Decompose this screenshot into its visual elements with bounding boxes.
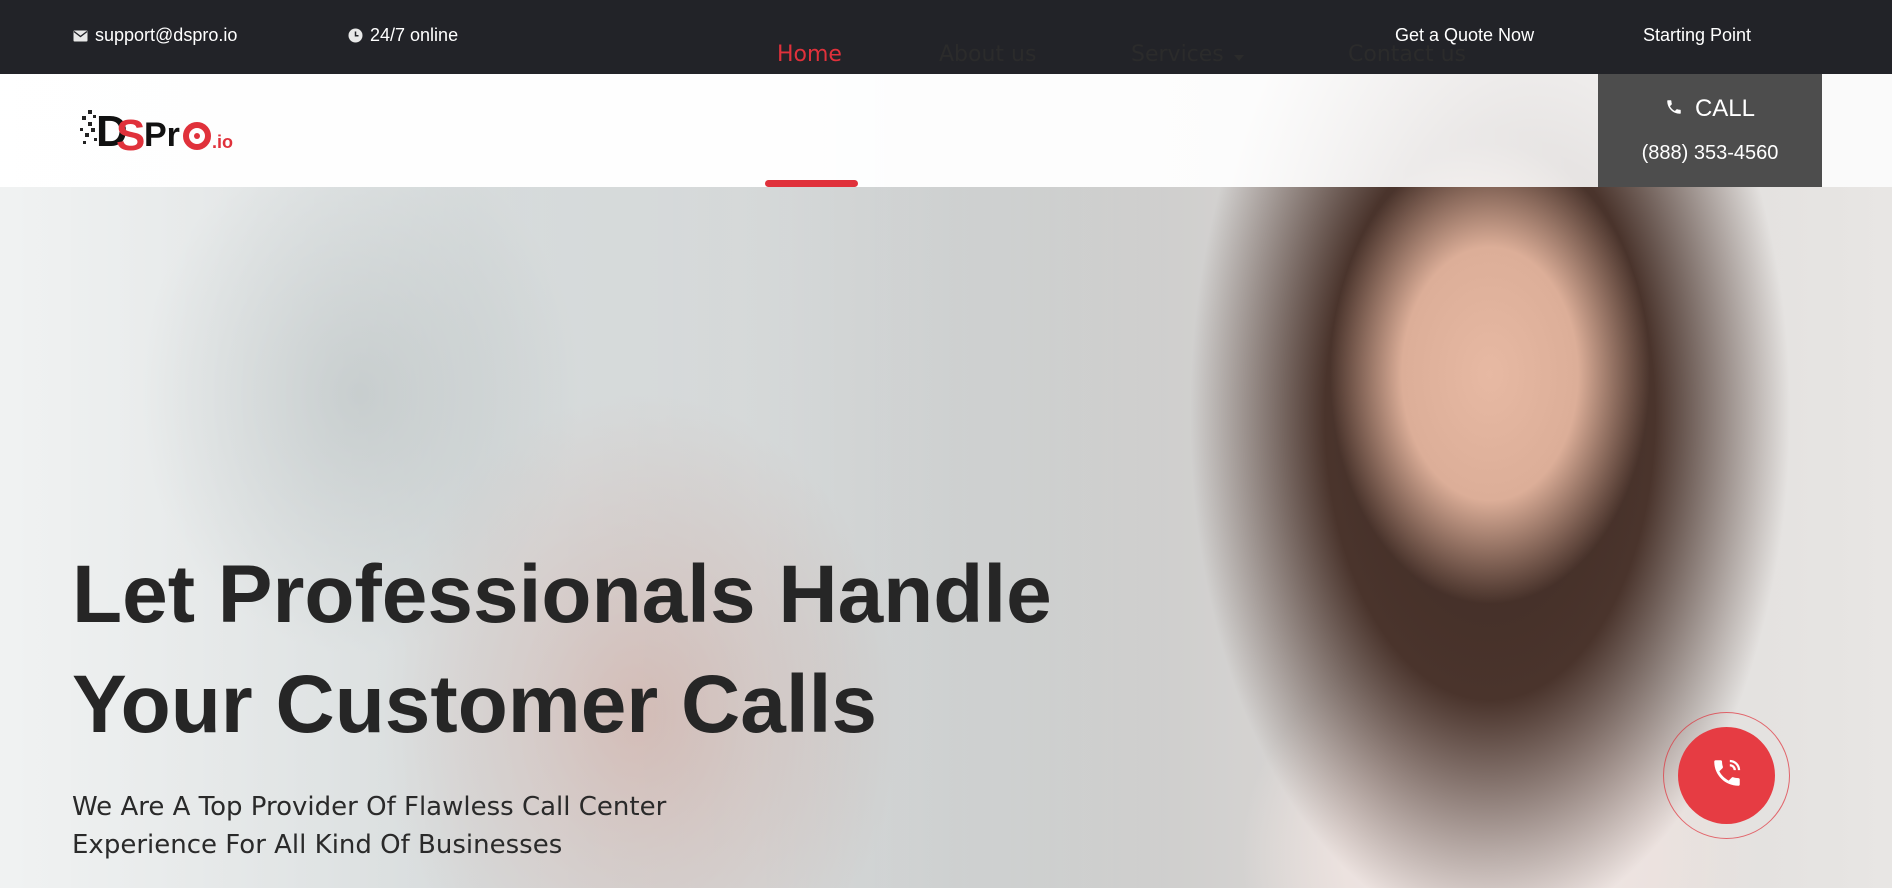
call-phone-number: (888) 353-4560 <box>1641 142 1779 164</box>
site-logo[interactable]: D S Pr .io <box>80 100 260 160</box>
floating-call-button[interactable] <box>1678 727 1775 824</box>
nav-about-us[interactable]: About us <box>939 42 1036 67</box>
svg-text:Pr: Pr <box>144 116 180 154</box>
phone-call-icon <box>1710 756 1744 795</box>
support-email[interactable]: support@dspro.io <box>73 25 237 46</box>
headline-line-2: Your Customer Calls <box>72 659 877 750</box>
headline-suffix: Handle <box>755 549 1052 640</box>
nav-home[interactable]: Home <box>777 42 842 67</box>
call-box[interactable]: CALL (888) 353-4560 <box>1598 74 1822 187</box>
nav-services[interactable]: Services <box>1131 42 1244 67</box>
subheading-line-2: Experience For All Kind Of Businesses <box>72 830 563 860</box>
nav-services-label: Services <box>1131 42 1224 67</box>
hero-subheading: We Are A Top Provider Of Flawless Call C… <box>72 788 772 864</box>
availability-text: 24/7 online <box>370 25 459 45</box>
svg-text:.io: .io <box>212 132 233 152</box>
clock-icon <box>348 28 363 43</box>
headline-emphasis: Professionals <box>217 549 756 640</box>
hero-background <box>0 74 1892 888</box>
mail-icon <box>73 30 88 42</box>
caret-down-icon <box>1233 42 1244 67</box>
support-email-text: support@dspro.io <box>95 25 238 45</box>
hero-overlay <box>0 74 1892 888</box>
dspro-logo-icon: D S Pr .io <box>80 107 233 160</box>
nav-contact-us[interactable]: Contact us <box>1348 42 1466 67</box>
active-nav-indicator <box>765 180 858 187</box>
phone-icon <box>1665 95 1683 123</box>
call-label: CALL <box>1694 95 1756 122</box>
headline-prefix: Let <box>72 549 218 640</box>
starting-point-link[interactable]: Starting Point <box>1643 25 1751 46</box>
svg-text:S: S <box>116 111 145 160</box>
hero-headline: Let Professionals Handle Your Customer C… <box>72 540 1172 760</box>
call-label-row: CALL <box>1598 95 1822 123</box>
availability: 24/7 online <box>348 25 458 46</box>
subheading-line-1: We Are A Top Provider Of Flawless Call C… <box>72 792 667 822</box>
